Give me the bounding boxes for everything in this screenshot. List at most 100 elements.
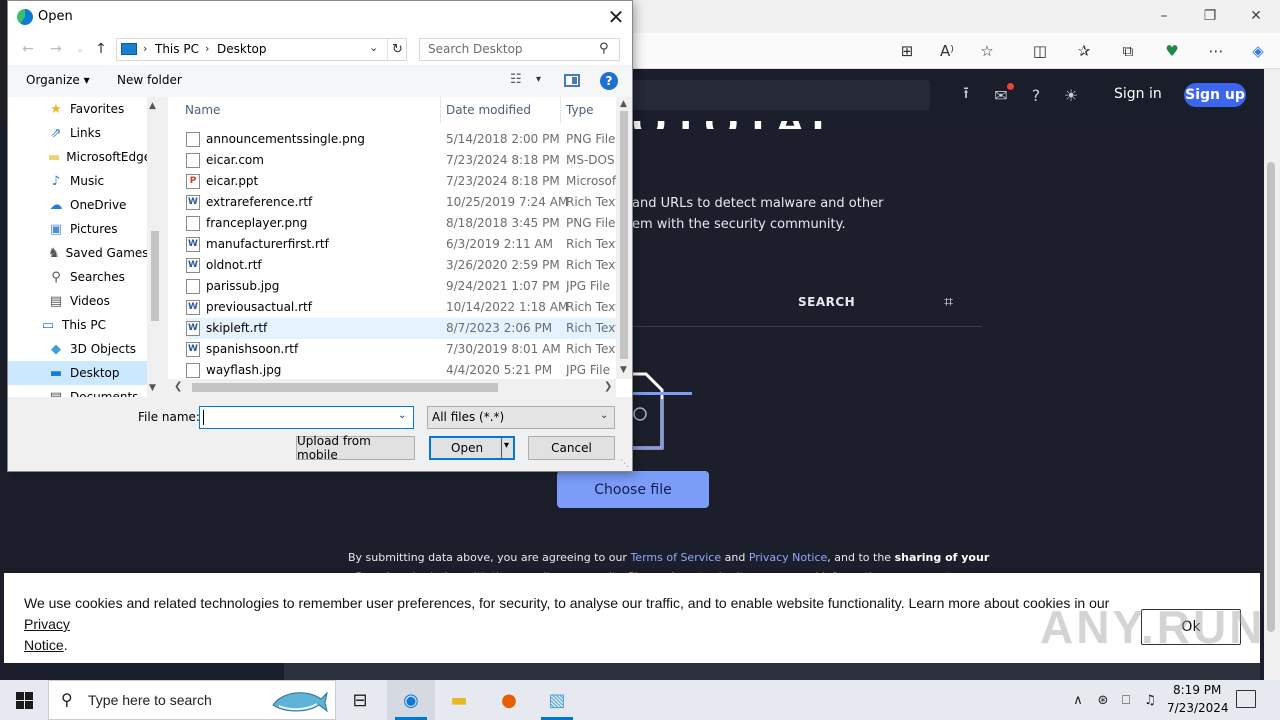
help-icon[interactable]: ?: [600, 72, 618, 90]
up-arrow-icon[interactable]: ↑: [91, 39, 111, 59]
breadcrumb-this-pc[interactable]: This PC: [155, 42, 199, 56]
nav-item-3d-objects[interactable]: ◆ 3D Objects: [8, 337, 148, 361]
open-button[interactable]: Open ▾: [429, 436, 515, 460]
maximize-button[interactable]: ❐: [1190, 4, 1230, 28]
nav-item-microsoftedge[interactable]: ▬ MicrosoftEdge: [8, 145, 151, 169]
cookie-notice-link[interactable]: Notice: [24, 637, 64, 653]
file-row[interactable]: Wextrareference.rtf 10/25/2019 7:24 AM Ric…: [186, 192, 618, 213]
scroll-down-icon[interactable]: ▼: [620, 365, 627, 375]
new-folder-button[interactable]: New folder: [117, 73, 182, 87]
scroll-up-icon[interactable]: ▲: [620, 99, 627, 109]
resize-grip-icon[interactable]: ⋱: [620, 459, 629, 469]
file-row[interactable]: wayflash.jpg 4/4/2020 5:21 PM JPG File: [186, 360, 618, 381]
volume-icon[interactable]: ♫: [1140, 691, 1160, 709]
theme-toggle-icon[interactable]: ☀: [1059, 83, 1083, 107]
column-divider[interactable]: [560, 97, 561, 123]
edge-icon[interactable]: ◉: [387, 680, 435, 720]
search-input[interactable]: Search Desktop ⚲: [419, 38, 620, 61]
more-options-icon[interactable]: ⋯: [1204, 39, 1228, 63]
scroll-left-icon[interactable]: ❮: [174, 381, 182, 392]
file-explorer-icon[interactable]: ▬: [435, 680, 483, 720]
nav-item-links[interactable]: ⇗ Links: [8, 121, 148, 145]
upload-icon[interactable]: ⭱: [954, 83, 978, 107]
sign-in-link[interactable]: Sign in: [1114, 86, 1162, 102]
copilot-icon[interactable]: ◈: [1246, 39, 1270, 63]
forward-arrow-icon[interactable]: →: [46, 39, 66, 59]
file-type-filter-select[interactable]: All files (*.*) ⌄: [427, 406, 615, 429]
firefox-icon[interactable]: ●: [485, 680, 533, 720]
address-bar[interactable]: › This PC › Desktop ⌄ ↻: [116, 38, 407, 61]
page-scrollbar-thumb[interactable]: [1267, 162, 1275, 632]
taskbar-search-box[interactable]: ⚲ Type here to search: [48, 680, 336, 720]
minimize-button[interactable]: –: [1144, 4, 1184, 28]
chevron-down-icon[interactable]: ⌄: [398, 410, 406, 421]
notepad-icon[interactable]: ▧: [533, 680, 581, 720]
nav-item-desktop[interactable]: ▬ Desktop: [8, 361, 148, 385]
nav-item-videos[interactable]: ▤ Videos: [8, 289, 148, 313]
open-options-chevron-icon[interactable]: ▾: [504, 440, 509, 451]
collections-icon[interactable]: ⧉: [1116, 39, 1140, 63]
show-hidden-icons-chevron-icon[interactable]: ∧: [1068, 691, 1088, 709]
read-aloud-icon[interactable]: A⁾: [935, 39, 959, 63]
clock-date[interactable]: 7/23/2024: [1167, 701, 1229, 715]
notification-center-icon[interactable]: [1236, 690, 1256, 708]
column-header-date[interactable]: Date modified: [446, 103, 531, 117]
nav-item-saved-games[interactable]: ♞ Saved Games: [8, 241, 149, 265]
task-view-icon[interactable]: ⊟: [336, 680, 384, 720]
close-window-button[interactable]: ✕: [1236, 4, 1276, 28]
clock-time[interactable]: 8:19 PM: [1173, 683, 1221, 697]
file-list-scrollbar-thumb[interactable]: [620, 111, 628, 359]
file-row[interactable]: Wmanufacturerfirst.rtf 6/3/2019 2:11 AM Ri…: [186, 234, 618, 255]
nav-item-pictures[interactable]: ▣ Pictures: [8, 217, 148, 241]
nav-item-searches[interactable]: ⚲ Searches: [8, 265, 148, 289]
nav-pane-scrollbar-thumb[interactable]: [151, 231, 159, 321]
nav-item-this-pc[interactable]: ▭ This PC: [8, 313, 148, 337]
nav-item-favorites[interactable]: ★ Favorites: [8, 97, 148, 121]
chevron-down-icon[interactable]: ▾: [536, 74, 541, 85]
column-header-name[interactable]: Name: [185, 103, 220, 117]
help-icon[interactable]: ?: [1024, 83, 1048, 107]
file-row[interactable]: Woldnot.rtf 3/26/2020 2:59 PM Rich Text...: [186, 255, 618, 276]
page-horizontal-scrollbar[interactable]: [284, 663, 1260, 680]
breadcrumb-separator[interactable]: ›: [143, 42, 147, 55]
favorites-icon[interactable]: ✰: [1072, 39, 1096, 63]
choose-file-button[interactable]: Choose file: [557, 471, 709, 508]
file-row[interactable]: Peicar.ppt 7/23/2024 8:18 PM Microsoft...: [186, 171, 618, 192]
file-row[interactable]: eicar.com 7/23/2024 8:18 PM MS-DOS...: [186, 150, 618, 171]
file-row[interactable]: Wskipleft.rtf 8/7/2023 2:06 PM Rich Text..…: [186, 318, 618, 339]
dialog-close-button[interactable]: ✕: [604, 5, 628, 29]
code-scan-icon[interactable]: ⌗: [944, 292, 953, 312]
file-row[interactable]: franceplayer.png 8/18/2018 3:45 PM PNG Fil…: [186, 213, 618, 234]
scroll-right-icon[interactable]: ❯: [604, 381, 612, 392]
site-search-bar[interactable]: [632, 80, 930, 110]
chevron-down-icon[interactable]: ⌄: [600, 410, 608, 421]
start-button[interactable]: [0, 680, 48, 720]
cookie-privacy-link[interactable]: Privacy: [24, 616, 70, 632]
app-available-icon[interactable]: ⊞: [895, 39, 919, 63]
change-view-icon[interactable]: ☷: [510, 72, 522, 87]
column-header-type[interactable]: Type: [566, 103, 594, 117]
upload-from-mobile-button[interactable]: Upload from mobile: [296, 434, 415, 462]
sign-up-button[interactable]: Sign up: [1184, 83, 1246, 107]
add-favorite-icon[interactable]: ☆: [975, 39, 999, 63]
breadcrumb-desktop[interactable]: Desktop: [217, 42, 267, 56]
nav-item-documents[interactable]: ▤ Documents: [8, 385, 148, 398]
browser-essentials-icon[interactable]: ♥: [1160, 39, 1184, 63]
scroll-up-icon[interactable]: ▲: [149, 101, 156, 111]
nav-item-onedrive[interactable]: ☁ OneDrive: [8, 193, 148, 217]
search-icon[interactable]: ⚲: [599, 41, 609, 56]
preview-pane-icon[interactable]: [564, 74, 580, 87]
split-screen-icon[interactable]: ◫: [1028, 39, 1052, 63]
network-icon[interactable]: ⎕: [1116, 691, 1136, 709]
cancel-button[interactable]: Cancel: [528, 436, 615, 460]
terms-of-service-link[interactable]: Terms of Service: [630, 551, 721, 564]
tab-search[interactable]: SEARCH: [798, 295, 855, 309]
chevron-down-icon[interactable]: ⌄: [369, 41, 378, 54]
privacy-notice-link[interactable]: Privacy Notice: [749, 551, 827, 564]
nav-item-music[interactable]: ♪ Music: [8, 169, 148, 193]
file-name-input[interactable]: ⌄: [199, 406, 414, 429]
file-row[interactable]: announcementssingle.png 5/14/2018 2:00 PM…: [186, 129, 618, 150]
file-row[interactable]: Wpreviousactual.rtf 10/14/2022 1:18 AM Ric…: [186, 297, 618, 318]
back-arrow-icon[interactable]: ←: [18, 39, 38, 59]
column-divider[interactable]: [440, 97, 441, 123]
